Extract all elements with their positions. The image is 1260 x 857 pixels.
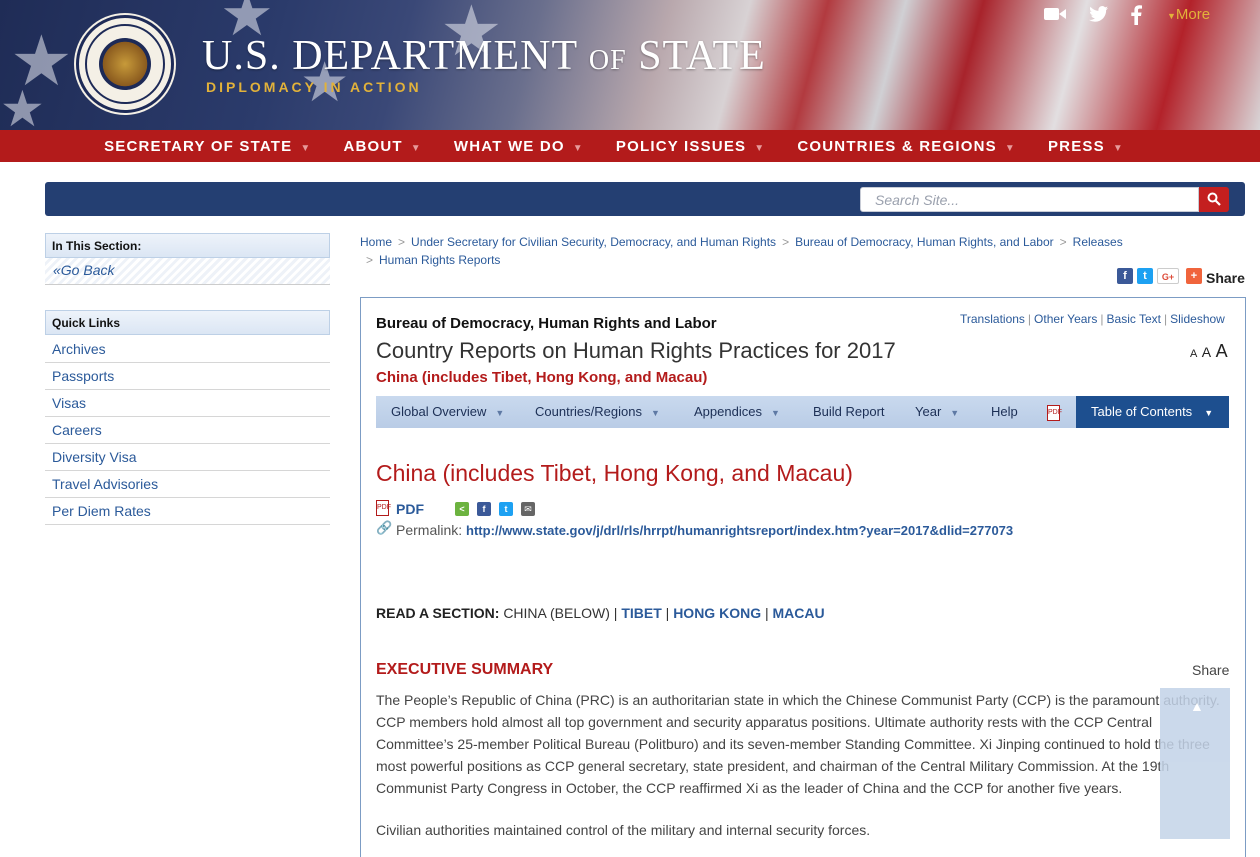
quick-links-heading: Quick Links: [45, 310, 330, 335]
caret-down-icon: ▼: [410, 142, 422, 154]
section-share-button[interactable]: Share: [1192, 662, 1229, 678]
go-back-link[interactable]: «Go Back: [45, 258, 330, 285]
nav-item-secretary[interactable]: SECRETARY OF STATE ▼: [104, 138, 329, 155]
facebook-share-icon[interactable]: f: [1117, 268, 1133, 284]
search-icon: [1207, 192, 1221, 206]
breadcrumb-separator: >: [1059, 235, 1067, 249]
bureau-name: Bureau of Democracy, Human Rights and La…: [376, 315, 717, 332]
quick-link-passports[interactable]: Passports: [45, 363, 330, 390]
read-a-section: READ A SECTION: CHINA (BELOW) | TIBET | …: [376, 605, 825, 621]
nav-item-about[interactable]: ABOUT ▼: [343, 138, 439, 155]
caret-down-icon: ▼: [650, 408, 660, 418]
report-title: Country Reports on Human Rights Practice…: [376, 338, 896, 363]
caret-down-icon: ▼: [572, 142, 584, 154]
permalink-url[interactable]: http://www.state.gov/j/drl/rls/hrrpt/hum…: [466, 523, 1013, 538]
tab-global-overview[interactable]: Global Overview ▼: [391, 396, 504, 428]
font-size-large-button[interactable]: A: [1216, 341, 1228, 361]
nav-item-policy-issues[interactable]: POLICY ISSUES ▼: [616, 138, 783, 155]
quick-link-archives[interactable]: Archives: [45, 336, 330, 363]
twitter-share-icon[interactable]: t: [499, 502, 513, 516]
share-label[interactable]: Share: [1206, 270, 1245, 286]
pdf-icon[interactable]: PDF: [1047, 405, 1062, 421]
quick-link-diversity-visa[interactable]: Diversity Visa: [45, 444, 330, 471]
breadcrumb-separator: >: [782, 235, 790, 249]
caret-down-icon: ▼: [1167, 11, 1176, 21]
basic-text-link[interactable]: Basic Text: [1107, 312, 1161, 326]
primary-nav: SECRETARY OF STATE ▼ ABOUT ▼ WHAT WE DO ▼ P…: [0, 130, 1260, 162]
quick-link-careers[interactable]: Careers: [45, 417, 330, 444]
tab-build-report[interactable]: Build Report: [813, 396, 885, 428]
section-link-tibet[interactable]: TIBET: [621, 605, 661, 621]
executive-summary-heading: EXECUTIVE SUMMARY: [376, 661, 554, 678]
caret-down-icon: ▼: [754, 142, 766, 154]
breadcrumb-bureau[interactable]: Bureau of Democracy, Human Rights, and L…: [795, 235, 1054, 249]
body-paragraph: Civilian authorities maintained control …: [376, 822, 871, 838]
twitter-share-icon[interactable]: t: [1137, 268, 1153, 284]
quick-links-list: Archives Passports Visas Careers Diversi…: [45, 336, 330, 525]
font-size-medium-button[interactable]: A: [1202, 344, 1211, 360]
caret-down-icon: ▼: [950, 408, 960, 418]
flag-star-icon: ★: [0, 80, 45, 130]
google-plus-share-icon[interactable]: G+: [1157, 268, 1179, 284]
breadcrumb-separator: >: [366, 253, 374, 267]
quick-link-per-diem-rates[interactable]: Per Diem Rates: [45, 498, 330, 525]
addthis-share-icon[interactable]: +: [1186, 268, 1202, 284]
breadcrumb: Home > Under Secretary for Civilian Securi…: [360, 233, 1240, 269]
in-this-section-heading: In This Section:: [45, 233, 330, 258]
section-link-hong-kong[interactable]: HONG KONG: [673, 605, 761, 621]
table-of-contents-button[interactable]: Table of Contents ▼: [1076, 396, 1229, 428]
back-to-top-button[interactable]: ▲: [1160, 688, 1230, 839]
video-icon[interactable]: [1043, 5, 1067, 27]
caret-down-icon: ▼: [1112, 142, 1124, 154]
nav-item-press[interactable]: PRESS ▼: [1048, 138, 1142, 155]
tab-appendices[interactable]: Appendices ▼: [694, 396, 780, 428]
breadcrumb-human-rights-reports[interactable]: Human Rights Reports: [379, 253, 500, 267]
pdf-download-link[interactable]: PDF: [396, 501, 424, 517]
site-title[interactable]: U.S. Department of State: [202, 32, 766, 80]
slideshow-link[interactable]: Slideshow: [1170, 312, 1225, 326]
more-menu[interactable]: ▼More: [1167, 6, 1210, 23]
report-subtitle: China (includes Tibet, Hong Kong, and Ma…: [376, 369, 708, 386]
pdf-icon[interactable]: PDF: [376, 500, 391, 516]
breadcrumb-under-secretary[interactable]: Under Secretary for Civilian Security, D…: [411, 235, 776, 249]
font-size-small-button[interactable]: A: [1190, 348, 1197, 360]
font-size-controls: A A A: [1190, 341, 1228, 362]
facebook-icon[interactable]: [1129, 5, 1143, 27]
caret-down-icon: ▼: [495, 408, 505, 418]
breadcrumb-separator: >: [398, 235, 406, 249]
link-icon: 🔗: [376, 520, 393, 535]
section-link-macau[interactable]: MACAU: [773, 605, 825, 621]
site-tagline: DIPLOMACY IN ACTION: [206, 79, 422, 95]
translations-link[interactable]: Translations: [960, 312, 1025, 326]
other-years-link[interactable]: Other Years: [1034, 312, 1097, 326]
quick-link-travel-advisories[interactable]: Travel Advisories: [45, 471, 330, 498]
breadcrumb-releases[interactable]: Releases: [1073, 235, 1123, 249]
permalink: Permalink: http://www.state.gov/j/drl/rl…: [396, 522, 1014, 538]
report-top-links: Translations | Other Years | Basic Text | Slid…: [960, 312, 1225, 326]
facebook-share-icon[interactable]: f: [477, 502, 491, 516]
email-share-icon[interactable]: ✉: [521, 502, 535, 516]
twitter-icon[interactable]: [1088, 5, 1110, 27]
share-icon[interactable]: <: [455, 502, 469, 516]
search-input[interactable]: Search Site...: [860, 187, 1199, 212]
caret-down-icon: ▼: [1004, 142, 1016, 154]
caret-down-icon: ▼: [1204, 408, 1214, 418]
tab-help[interactable]: Help: [991, 396, 1018, 428]
caret-down-icon: ▼: [770, 408, 780, 418]
tab-countries-regions[interactable]: Countries/Regions ▼: [535, 396, 660, 428]
breadcrumb-home[interactable]: Home: [360, 235, 392, 249]
search-button[interactable]: [1199, 187, 1229, 212]
state-department-seal[interactable]: [76, 15, 174, 113]
nav-item-what-we-do[interactable]: WHAT WE DO ▼: [454, 138, 602, 155]
tab-year[interactable]: Year ▼: [915, 396, 959, 428]
nav-item-countries-regions[interactable]: COUNTRIES & REGIONS ▼: [797, 138, 1034, 155]
caret-down-icon: ▼: [300, 142, 312, 154]
country-heading: China (includes Tibet, Hong Kong, and Ma…: [376, 460, 853, 486]
arrow-up-icon: ▲: [1190, 698, 1204, 714]
body-paragraph: The People’s Republic of China (PRC) is …: [376, 692, 1220, 796]
quick-link-visas[interactable]: Visas: [45, 390, 330, 417]
